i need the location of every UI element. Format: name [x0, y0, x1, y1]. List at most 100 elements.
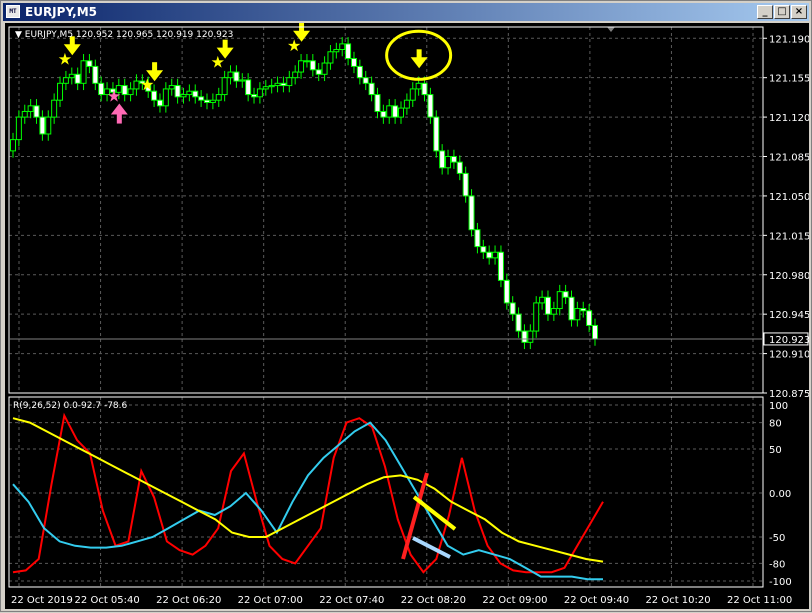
indicator-label: R(9,26,52) 0.0-92.7 -78.6 — [13, 401, 128, 411]
candle-down — [92, 65, 99, 84]
price-tick-label: 120.980 — [769, 271, 809, 282]
candle-up — [239, 79, 246, 82]
candle-up — [333, 49, 340, 53]
candle-up — [556, 291, 563, 310]
candle-down — [515, 313, 522, 332]
candle-down — [362, 77, 369, 84]
candle-down — [456, 161, 463, 174]
annotations: ★★★★★ — [58, 22, 615, 560]
candle-up — [168, 85, 175, 90]
candle-down — [350, 58, 357, 67]
x-tick-label: 22 Oct 05:40 — [75, 595, 140, 606]
candle-up — [127, 88, 134, 96]
x-tick-label: 22 Oct 07:40 — [319, 595, 384, 606]
candle-down — [374, 94, 381, 112]
maximize-button[interactable]: □ — [774, 5, 790, 19]
candle-down — [450, 156, 457, 163]
candle-down — [245, 79, 252, 96]
candle-down — [33, 105, 40, 118]
candle-up — [10, 139, 16, 152]
candle-down — [156, 99, 163, 107]
candle-down — [192, 90, 199, 98]
candle-down — [392, 105, 399, 118]
candle-down — [509, 302, 516, 315]
indicator-tick-label: 0.00 — [769, 489, 791, 500]
candle-down — [39, 116, 46, 135]
x-tick-label: 22 Oct 09:40 — [564, 595, 629, 606]
candle-down — [421, 82, 428, 96]
arrow-head — [410, 57, 428, 69]
candle-up — [415, 82, 422, 90]
price-tick-label: 120.875 — [769, 389, 809, 400]
chart-svg[interactable]: ★★★★★ 22 Oct 2019 22 Oct 05:40 22 Oct 06:2… — [5, 22, 810, 609]
candle-down — [462, 172, 469, 197]
candle-up — [180, 94, 187, 98]
window-title: EURJPY,M5 — [25, 5, 97, 19]
close-button[interactable]: × — [791, 5, 807, 19]
candle-down — [280, 82, 287, 87]
candle-up — [539, 296, 546, 304]
annotation-red-trendline — [401, 472, 429, 560]
series-r52 — [12, 417, 604, 563]
x-tick-label: 22 Oct 08:20 — [401, 595, 466, 606]
candle-down — [592, 324, 598, 340]
candle-down — [309, 60, 316, 71]
indicator-tick-label: -50 — [769, 533, 785, 544]
candle-down — [503, 279, 510, 304]
candle-up — [68, 73, 75, 79]
candle-down — [586, 310, 593, 326]
up-arrow-icon — [110, 103, 128, 124]
candle-down — [568, 296, 575, 321]
x-tick-label: 22 Oct 06:20 — [156, 595, 221, 606]
price-tick-label: 121.155 — [769, 74, 809, 85]
candle-down — [356, 65, 363, 79]
indicator-tick-label: 50 — [769, 445, 782, 456]
candle-down — [562, 291, 569, 298]
chart-window: MT EURJPY,M5 _ □ × ★ ★ ★ ★ ★ 22 Oct 2019 22 O… — [0, 0, 812, 612]
candle-down — [368, 82, 375, 96]
candle-up — [80, 60, 87, 84]
candle-up — [57, 82, 64, 101]
x-tick-label: 22 Oct 09:00 — [482, 595, 547, 606]
arrow-shaft — [116, 111, 122, 124]
x-tick-label: 22 Oct 07:00 — [238, 595, 303, 606]
price-tick-label: 121.050 — [769, 192, 809, 203]
candle-up — [15, 116, 22, 141]
candle-down — [74, 73, 81, 84]
candle-up — [398, 107, 404, 118]
candle-down — [580, 308, 587, 312]
candle-down — [433, 116, 440, 152]
candle-up — [51, 99, 58, 118]
candle-down — [86, 60, 93, 67]
candle-down — [468, 195, 475, 231]
candle-up — [227, 71, 234, 79]
minimize-button[interactable]: _ — [757, 5, 773, 19]
candle-up — [221, 77, 228, 96]
candle-up — [256, 88, 263, 98]
candle-down — [315, 69, 322, 75]
pink-star-icon: ★ — [107, 87, 121, 106]
candle-down — [497, 251, 504, 281]
candle-up — [286, 77, 293, 87]
title-bar[interactable]: MT EURJPY,M5 _ □ × — [3, 3, 809, 21]
indicator-tick-label: -100 — [769, 577, 792, 588]
chart-area[interactable]: ★ ★ ★ ★ ★ 22 Oct 2019 22 Oct 05:40 22 Oct 06:2… — [5, 22, 810, 609]
price-tick-label: 121.085 — [769, 153, 809, 164]
candle-up — [274, 82, 281, 87]
chart-window-icon[interactable]: MT — [6, 5, 20, 18]
candle-up — [62, 77, 69, 84]
price-panel-frame — [8, 26, 764, 394]
price-tick-label: 120.910 — [769, 350, 809, 361]
candle-down — [380, 110, 387, 118]
price-tick-label: 121.190 — [769, 34, 809, 45]
candle-up — [27, 105, 34, 112]
candle-up — [550, 308, 557, 315]
candle-down — [121, 85, 128, 96]
candle-up — [409, 88, 416, 101]
candle-up — [162, 88, 169, 107]
candle-up — [327, 51, 334, 64]
candles — [10, 37, 598, 350]
candle-up — [262, 86, 269, 90]
candle-up — [492, 251, 499, 259]
candle-down — [521, 330, 528, 343]
